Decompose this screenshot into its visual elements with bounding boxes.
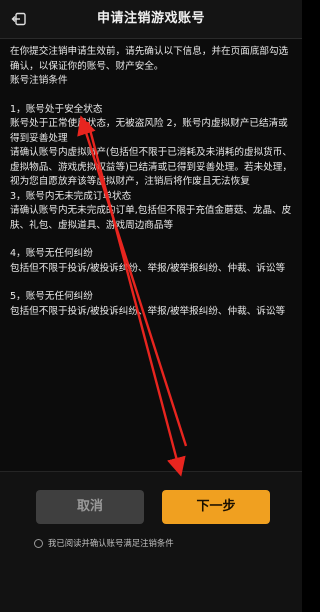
section-4-body: 包括但不限于投诉/被投诉纠纷、举报/被举报纠纷、仲裁、诉讼等 xyxy=(10,262,286,274)
next-step-button[interactable]: 下一步 xyxy=(162,490,270,524)
agree-label: 我已阅读并确认账号满足注销条件 xyxy=(48,538,174,548)
cancel-button[interactable]: 取消 xyxy=(36,490,144,524)
intro-text: 在你提交注销申请生效前，请先确认以下信息，并在页面底部勾选确认，以保证你的账号、… xyxy=(10,46,289,72)
section-5-heading: 5，账号无任何纠纷 xyxy=(10,291,93,302)
agree-row[interactable]: 我已阅读并确认账号满足注销条件 xyxy=(34,536,174,550)
conditions-heading: 账号注销条件 xyxy=(10,75,68,86)
section-1-heading: 1，账号处于安全状态 xyxy=(10,103,103,115)
footer-panel: 取消 下一步 我已阅读并确认账号满足注销条件 xyxy=(0,471,302,612)
section-5-body: 包括但不限于投诉/被投诉纠纷、举报/被举报纠纷、仲裁、诉讼等 xyxy=(10,305,286,317)
app-header: 申请注销游戏账号 xyxy=(0,0,302,39)
section-3-body: 请确认账号内无未完成的订单,包括但不限于充值金蘑菇、龙晶、皮肤、礼包、虚拟道具、… xyxy=(10,205,292,231)
section-4-heading: 4，账号无任何纠纷 xyxy=(10,248,93,259)
agree-radio[interactable] xyxy=(34,538,43,548)
section-1-body: 账号处于正常使用状态，无被盗风险 2，账号内虚拟财产已结清或得到妥善处理 xyxy=(10,118,288,144)
section-3-heading: 3，账号内无未完成订单状态 xyxy=(10,190,132,202)
page-title: 申请注销游戏账号 xyxy=(96,11,205,26)
section-2-body: 请确认账号内虚拟财产(包括但不限于已消耗及未消耗的虚拟货币、虚拟物品、游戏虎拟权… xyxy=(10,147,292,187)
screen: 申请注销游戏账号 在你提交注销申请生效前，请先确认以下信息，并在页面底部勾选确认… xyxy=(0,0,302,612)
terms-content: 在你提交注销申请生效前，请先确认以下信息，并在页面底部勾选确认，以保证你的账号、… xyxy=(0,39,302,471)
